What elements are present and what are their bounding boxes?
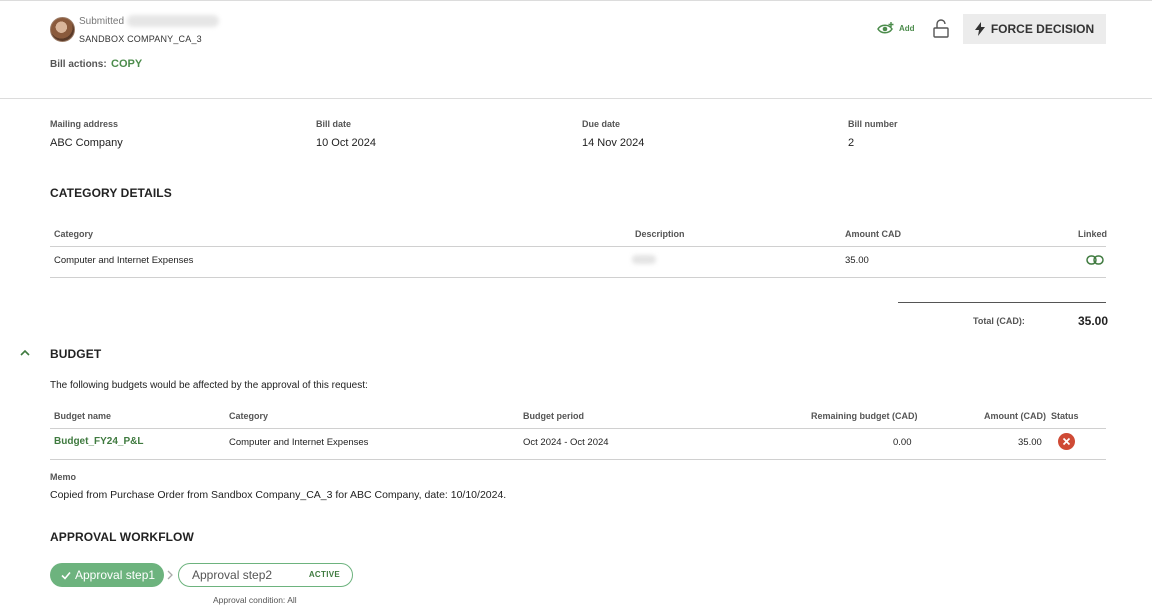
lightning-icon — [974, 22, 985, 36]
bill-actions-label: Bill actions: — [50, 59, 107, 70]
force-decision-label: FORCE DECISION — [990, 22, 1095, 36]
budget-title: BUDGET — [50, 347, 102, 361]
column-header-budget-name: Budget name — [54, 411, 112, 421]
status-badge — [1058, 433, 1075, 450]
total-value: 35.00 — [1078, 314, 1109, 328]
memo-value: Copied from Purchase Order from Sandbox … — [50, 489, 507, 501]
add-watcher-label: Add — [899, 23, 915, 33]
eye-add-icon — [877, 22, 894, 34]
column-header-linked: Linked — [1078, 229, 1108, 239]
approval-workflow-title: APPROVAL WORKFLOW — [50, 530, 194, 544]
table-divider — [50, 277, 1106, 278]
avatar — [50, 17, 75, 42]
memo-label: Memo — [50, 472, 77, 482]
company-name: SANDBOX COMPANY_CA_3 — [79, 34, 202, 44]
bill-number-label: Bill number — [848, 119, 898, 129]
row-category: Computer and Internet Expenses — [54, 255, 194, 266]
column-header-budget-amount: Amount (CAD) — [984, 411, 1046, 421]
column-header-category: Category — [54, 229, 94, 239]
close-circle-icon — [1062, 437, 1071, 446]
column-header-description: Description — [635, 229, 685, 239]
total-label: Total (CAD): — [973, 316, 1025, 326]
force-decision-button[interactable]: FORCE DECISION — [963, 14, 1106, 44]
budget-name-link[interactable]: Budget_FY24_P&L — [54, 436, 143, 447]
approval-step-1-label: Approval step1 — [75, 568, 156, 582]
approval-step-2-label: Approval step2 — [192, 568, 273, 582]
active-badge: ACTIVE — [308, 570, 340, 579]
unlock-icon[interactable] — [932, 19, 950, 39]
due-date-value: 14 Nov 2024 — [582, 137, 645, 149]
mailing-address-label: Mailing address — [50, 119, 119, 129]
chevron-up-icon[interactable] — [18, 347, 32, 359]
budget-row-remaining: 0.00 — [893, 437, 912, 448]
chevron-right-icon — [167, 570, 173, 580]
bill-number-value: 2 — [848, 137, 855, 149]
budget-row-period: Oct 2024 - Oct 2024 — [523, 437, 609, 448]
approval-condition: Approval condition: All — [213, 595, 297, 605]
due-date-label: Due date — [582, 119, 621, 129]
total-divider — [898, 302, 1106, 303]
submitted-label: Submitted — [79, 16, 125, 27]
approval-step-1[interactable]: Approval step1 — [50, 563, 164, 587]
link-icon[interactable] — [1086, 254, 1104, 266]
table-divider — [50, 246, 1106, 247]
table-divider — [50, 428, 1106, 429]
row-amount: 35.00 — [845, 255, 869, 266]
copy-action-link[interactable]: COPY — [111, 58, 142, 70]
column-header-status: Status — [1051, 411, 1079, 421]
bill-header: Submitted SANDBOX COMPANY_CA_3 Bill acti… — [0, 1, 1152, 99]
add-watcher-button[interactable]: Add — [877, 20, 915, 36]
row-description-redacted — [632, 255, 656, 264]
budget-intro-text: The following budgets would be affected … — [50, 380, 368, 391]
category-details-title: CATEGORY DETAILS — [50, 186, 172, 200]
mailing-address-value: ABC Company — [50, 137, 123, 149]
column-header-remaining-budget: Remaining budget (CAD) — [811, 411, 918, 421]
column-header-budget-category: Category — [229, 411, 269, 421]
submitter-name-redacted — [127, 15, 219, 27]
table-divider — [50, 459, 1106, 460]
budget-row-category: Computer and Internet Expenses — [229, 437, 369, 448]
bill-date-value: 10 Oct 2024 — [316, 137, 376, 149]
approval-step-2[interactable]: Approval step2 ACTIVE — [178, 563, 353, 587]
column-header-amount: Amount CAD — [845, 229, 901, 239]
check-icon — [61, 571, 71, 580]
column-header-budget-period: Budget period — [523, 411, 584, 421]
bill-date-label: Bill date — [316, 119, 352, 129]
budget-row-amount: 35.00 — [1018, 437, 1042, 448]
